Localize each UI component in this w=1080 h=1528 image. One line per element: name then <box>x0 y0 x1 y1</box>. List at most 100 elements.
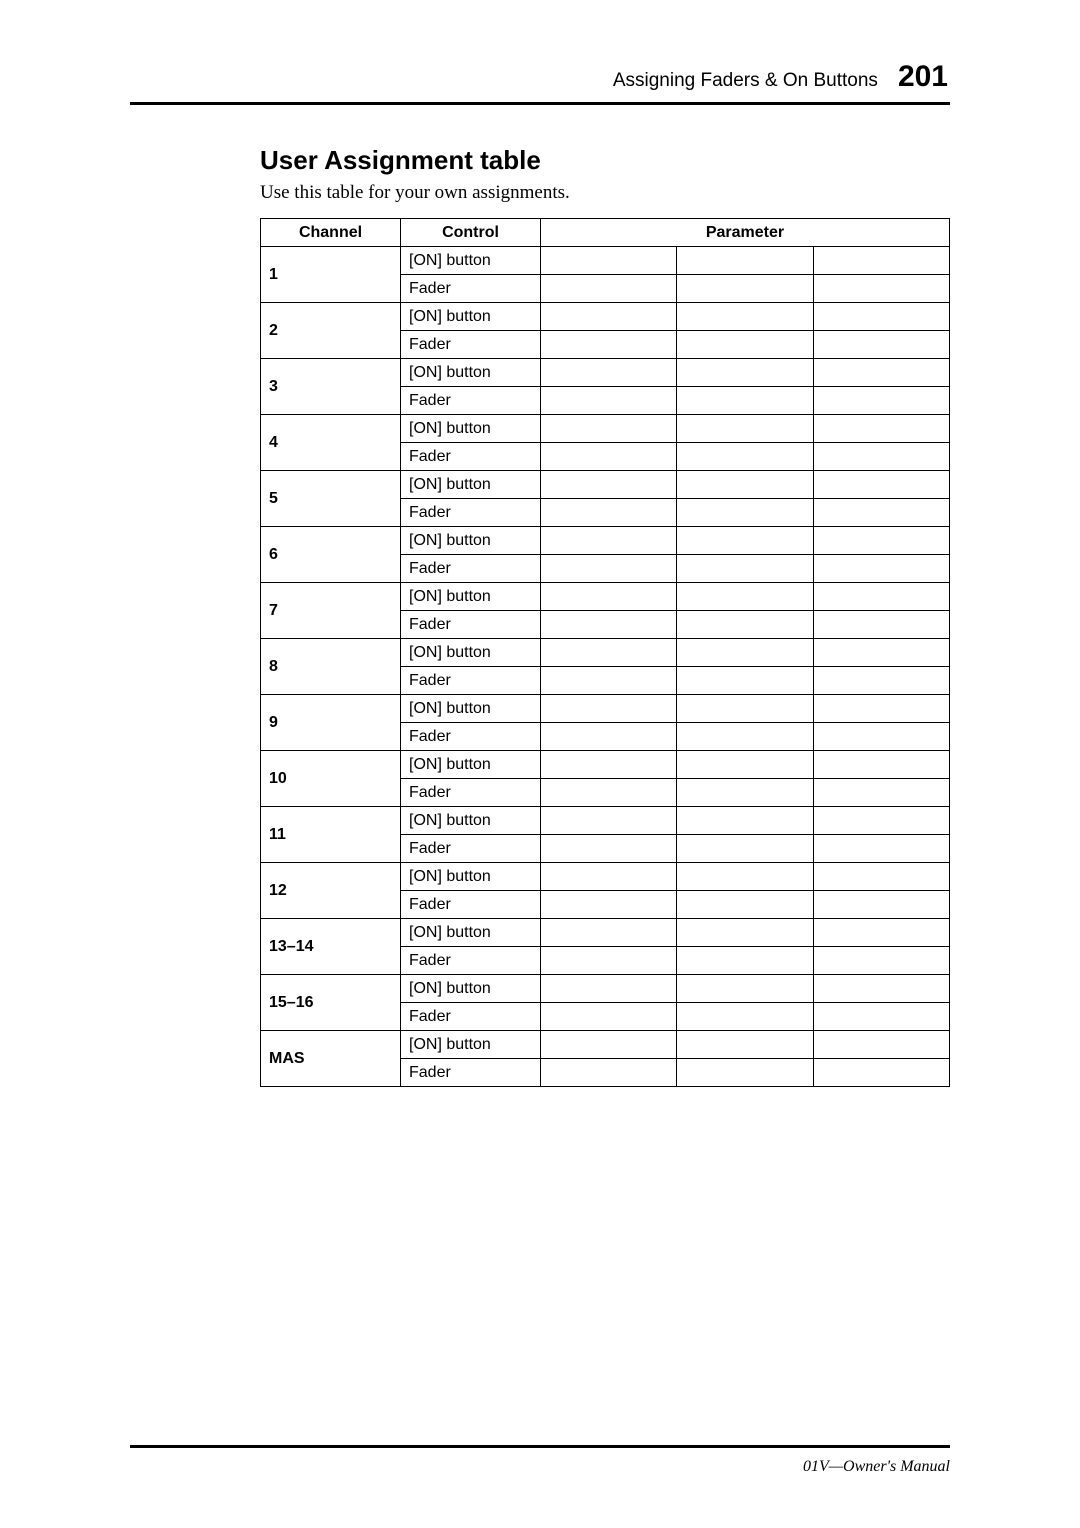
parameter-cell <box>677 247 813 275</box>
parameter-cell <box>813 975 949 1003</box>
parameter-cell <box>813 303 949 331</box>
table-row: 9[ON] button <box>261 695 950 723</box>
parameter-cell <box>677 1059 813 1087</box>
channel-cell: 11 <box>261 807 401 863</box>
channel-cell: 13–14 <box>261 919 401 975</box>
parameter-cell <box>677 387 813 415</box>
parameter-cell <box>541 1031 677 1059</box>
parameter-cell <box>541 303 677 331</box>
parameter-cell <box>677 359 813 387</box>
control-fader-cell: Fader <box>401 667 541 695</box>
header-section-title: Assigning Faders & On Buttons <box>613 70 878 92</box>
channel-cell: 7 <box>261 583 401 639</box>
header-rule <box>130 102 950 105</box>
parameter-cell <box>813 443 949 471</box>
parameter-cell <box>813 387 949 415</box>
control-on-cell: [ON] button <box>401 471 541 499</box>
control-fader-cell: Fader <box>401 723 541 751</box>
parameter-cell <box>677 443 813 471</box>
parameter-cell <box>677 1003 813 1031</box>
parameter-cell <box>541 807 677 835</box>
control-fader-cell: Fader <box>401 387 541 415</box>
control-on-cell: [ON] button <box>401 975 541 1003</box>
footer-rule <box>130 1445 950 1448</box>
parameter-cell <box>541 975 677 1003</box>
parameter-cell <box>541 639 677 667</box>
parameter-cell <box>541 723 677 751</box>
parameter-cell <box>813 695 949 723</box>
parameter-cell <box>677 975 813 1003</box>
parameter-cell <box>813 471 949 499</box>
parameter-cell <box>813 583 949 611</box>
parameter-cell <box>813 1059 949 1087</box>
parameter-cell <box>541 415 677 443</box>
control-on-cell: [ON] button <box>401 863 541 891</box>
parameter-cell <box>541 779 677 807</box>
control-fader-cell: Fader <box>401 1003 541 1031</box>
control-fader-cell: Fader <box>401 611 541 639</box>
parameter-cell <box>541 275 677 303</box>
table-row: 10[ON] button <box>261 751 950 779</box>
channel-cell: 5 <box>261 471 401 527</box>
parameter-cell <box>677 667 813 695</box>
channel-cell: MAS <box>261 1031 401 1087</box>
parameter-cell <box>541 751 677 779</box>
parameter-cell <box>813 611 949 639</box>
channel-cell: 2 <box>261 303 401 359</box>
parameter-cell <box>541 471 677 499</box>
table-row: 3[ON] button <box>261 359 950 387</box>
parameter-cell <box>813 891 949 919</box>
parameter-cell <box>677 527 813 555</box>
table-row: 6[ON] button <box>261 527 950 555</box>
channel-cell: 1 <box>261 247 401 303</box>
table-header-row: Channel Control Parameter <box>261 219 950 247</box>
parameter-cell <box>813 415 949 443</box>
parameter-cell <box>813 919 949 947</box>
parameter-cell <box>677 1031 813 1059</box>
control-fader-cell: Fader <box>401 331 541 359</box>
control-fader-cell: Fader <box>401 275 541 303</box>
parameter-cell <box>813 807 949 835</box>
control-fader-cell: Fader <box>401 947 541 975</box>
control-on-cell: [ON] button <box>401 527 541 555</box>
control-fader-cell: Fader <box>401 443 541 471</box>
parameter-cell <box>677 583 813 611</box>
parameter-cell <box>813 527 949 555</box>
table-row: 4[ON] button <box>261 415 950 443</box>
control-on-cell: [ON] button <box>401 583 541 611</box>
channel-cell: 15–16 <box>261 975 401 1031</box>
channel-cell: 4 <box>261 415 401 471</box>
parameter-cell <box>813 555 949 583</box>
channel-cell: 12 <box>261 863 401 919</box>
table-row: 11[ON] button <box>261 807 950 835</box>
parameter-cell <box>677 331 813 359</box>
parameter-cell <box>813 751 949 779</box>
parameter-cell <box>677 807 813 835</box>
parameter-cell <box>813 639 949 667</box>
parameter-cell <box>677 303 813 331</box>
parameter-cell <box>813 359 949 387</box>
parameter-cell <box>813 723 949 751</box>
parameter-cell <box>813 1003 949 1031</box>
parameter-cell <box>677 695 813 723</box>
channel-cell: 3 <box>261 359 401 415</box>
control-on-cell: [ON] button <box>401 247 541 275</box>
table-row: 12[ON] button <box>261 863 950 891</box>
parameter-cell <box>541 695 677 723</box>
parameter-cell <box>677 919 813 947</box>
control-fader-cell: Fader <box>401 779 541 807</box>
parameter-cell <box>677 611 813 639</box>
parameter-cell <box>813 947 949 975</box>
channel-cell: 8 <box>261 639 401 695</box>
control-on-cell: [ON] button <box>401 1031 541 1059</box>
table-row: 5[ON] button <box>261 471 950 499</box>
parameter-cell <box>813 863 949 891</box>
parameter-cell <box>541 527 677 555</box>
col-control: Control <box>401 219 541 247</box>
control-on-cell: [ON] button <box>401 639 541 667</box>
parameter-cell <box>677 779 813 807</box>
control-on-cell: [ON] button <box>401 359 541 387</box>
control-on-cell: [ON] button <box>401 303 541 331</box>
table-row: 1[ON] button <box>261 247 950 275</box>
parameter-cell <box>677 275 813 303</box>
